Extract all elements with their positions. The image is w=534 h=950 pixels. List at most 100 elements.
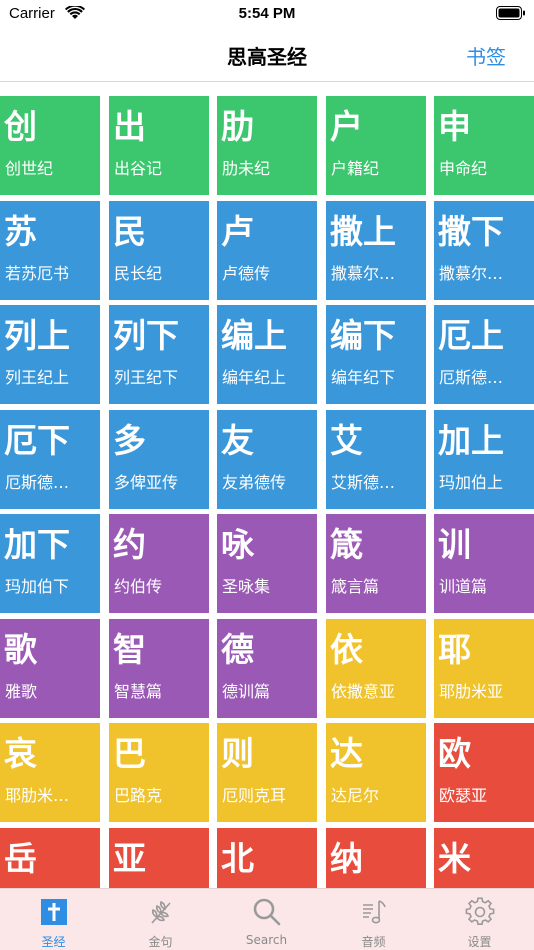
book-tile[interactable]: 编下 编年纪下 xyxy=(326,305,426,404)
book-tile[interactable]: 箴箴言篇 xyxy=(326,514,426,613)
book-tile[interactable]: 欧欧瑟亚 xyxy=(434,723,534,822)
book-tile[interactable]: 厄上 厄斯德… xyxy=(434,305,534,404)
tab-label: 金句 xyxy=(148,935,173,949)
book-abbreviation: 户 xyxy=(330,107,363,146)
book-tile[interactable]: 训训道篇 xyxy=(434,514,534,613)
book-abbreviation: 箴 xyxy=(330,525,363,564)
tab-label: 音频 xyxy=(361,935,386,949)
book-tile[interactable]: 民民长纪 xyxy=(109,201,209,300)
book-abbreviation: 约 xyxy=(113,525,146,564)
status-time: 5:54 PM xyxy=(238,5,296,22)
book-abbreviation: 岳 xyxy=(4,839,37,878)
tab-audio[interactable]: 音频 xyxy=(320,889,427,950)
tab-verses[interactable]: 金句 xyxy=(107,889,214,950)
book-tile[interactable]: 撒下撒慕尔… xyxy=(434,201,534,300)
tab-settings[interactable]: 设置 xyxy=(426,889,533,950)
tab-search[interactable]: Search xyxy=(213,889,320,950)
book-name: 玛加伯下 xyxy=(5,578,70,596)
book-tile[interactable]: 岳 xyxy=(0,828,100,888)
book-name: 撒慕尔… xyxy=(439,265,504,283)
book-tile[interactable]: 创创世纪 xyxy=(0,96,100,195)
book-name: 耶肋米… xyxy=(5,787,70,805)
book-tile[interactable]: 歌雅歌 xyxy=(0,619,100,718)
tab-label: Search xyxy=(245,933,288,947)
book-tile[interactable]: 撒上 撒慕尔… xyxy=(326,201,426,300)
book-name: 编年纪上 xyxy=(222,369,287,387)
book-tile[interactable]: 依依撒意亚 xyxy=(326,619,426,718)
book-tile[interactable]: 友友弟德传 xyxy=(217,410,317,509)
book-tile[interactable]: 德德训篇 xyxy=(217,619,317,718)
book-tile[interactable]: 多多俾亚传 xyxy=(109,410,209,509)
book-tile[interactable]: 哀耶肋米… xyxy=(0,723,100,822)
book-tile[interactable]: 卢卢德传 xyxy=(217,201,317,300)
book-abbreviation: 亚 xyxy=(113,839,146,878)
book-tile[interactable]: 肋肋未纪 xyxy=(217,96,317,195)
book-name: 约伯传 xyxy=(114,578,163,596)
book-name: 列王纪上 xyxy=(5,369,70,387)
book-abbreviation: 加下 xyxy=(4,525,70,564)
book-tile[interactable]: 编上 编年纪上 xyxy=(217,305,317,404)
book-abbreviation: 欧 xyxy=(438,734,471,773)
book-name: 卢德传 xyxy=(222,265,271,283)
book-abbreviation: 列下 xyxy=(113,316,179,355)
book-abbreviation: 申 xyxy=(438,107,471,146)
book-abbreviation: 歌 xyxy=(4,630,37,669)
book-name: 申命纪 xyxy=(439,160,488,178)
book-name: 德训篇 xyxy=(222,683,271,701)
tab-bar: 圣经 金句 Search 音频 设置 xyxy=(0,888,534,950)
bookmark-button[interactable]: 书签 xyxy=(466,41,506,70)
book-tile[interactable]: 艾艾斯德… xyxy=(326,410,426,509)
tab-label: 设置 xyxy=(467,935,492,949)
book-tile[interactable]: 智智慧篇 xyxy=(109,619,209,718)
book-tile[interactable]: 纳 xyxy=(326,828,426,888)
book-tile[interactable]: 户户籍纪 xyxy=(326,96,426,195)
book-tile[interactable]: 列下 列王纪下 xyxy=(109,305,209,404)
book-tile[interactable]: 申申命纪 xyxy=(434,96,534,195)
book-abbreviation: 训 xyxy=(438,525,471,564)
book-tile[interactable]: 耶耶肋米亚 xyxy=(434,619,534,718)
book-tile[interactable]: 苏若苏厄书 xyxy=(0,201,100,300)
book-tile[interactable]: 则厄则克耳 xyxy=(217,723,317,822)
battery-icon xyxy=(496,6,525,20)
book-tile[interactable]: 加上 玛加伯上 xyxy=(434,410,534,509)
book-tile[interactable]: 咏圣咏集 xyxy=(217,514,317,613)
book-abbreviation: 编上 xyxy=(221,316,287,355)
book-tile[interactable]: 达达尼尔 xyxy=(326,723,426,822)
book-abbreviation: 苏 xyxy=(4,212,37,251)
tab-bible[interactable]: 圣经 xyxy=(0,889,107,950)
music-note-icon xyxy=(362,900,386,924)
book-tile[interactable]: 加下 玛加伯下 xyxy=(0,514,100,613)
book-tile[interactable]: 厄下 厄斯德… xyxy=(0,410,100,509)
book-tile[interactable]: 出出谷记 xyxy=(109,96,209,195)
page-title: 思高圣经 xyxy=(227,45,307,69)
book-tile[interactable]: 米 xyxy=(434,828,534,888)
book-tile[interactable]: 亚 xyxy=(109,828,209,888)
book-abbreviation: 米 xyxy=(438,839,471,878)
book-abbreviation: 则 xyxy=(221,734,254,773)
book-abbreviation: 德 xyxy=(221,630,254,669)
book-name: 编年纪下 xyxy=(331,369,396,387)
book-name: 达尼尔 xyxy=(331,787,380,805)
book-abbreviation: 艾 xyxy=(330,421,363,460)
book-abbreviation: 出 xyxy=(113,107,146,146)
wheat-icon xyxy=(150,900,171,924)
book-tile[interactable]: 北 xyxy=(217,828,317,888)
book-abbreviation: 创 xyxy=(4,107,37,146)
book-tile[interactable]: 列上 列王纪上 xyxy=(0,305,100,404)
book-name: 撒慕尔… xyxy=(331,265,396,283)
book-abbreviation: 肋 xyxy=(221,107,254,146)
book-name: 艾斯德… xyxy=(331,474,396,492)
bible-icon xyxy=(40,899,67,925)
book-grid: 创创世纪出出谷记肋肋未纪户户籍纪申申命纪苏若苏厄书民民长纪卢卢德传 撒上 撒慕尔… 撒… xyxy=(0,96,534,888)
book-name: 欧瑟亚 xyxy=(439,787,488,805)
book-abbreviation: 多 xyxy=(113,421,146,460)
book-abbreviation: 依 xyxy=(330,630,363,669)
book-name: 厄斯德… xyxy=(5,474,70,492)
status-bar: Carrier 5:54 PM xyxy=(0,0,534,28)
tab-label: 圣经 xyxy=(41,935,66,949)
book-tile[interactable]: 巴巴路克 xyxy=(109,723,209,822)
book-abbreviation: 撒下 xyxy=(438,212,504,251)
book-abbreviation: 咏 xyxy=(221,525,254,564)
book-name: 厄斯德… xyxy=(439,369,504,387)
book-tile[interactable]: 约约伯传 xyxy=(109,514,209,613)
